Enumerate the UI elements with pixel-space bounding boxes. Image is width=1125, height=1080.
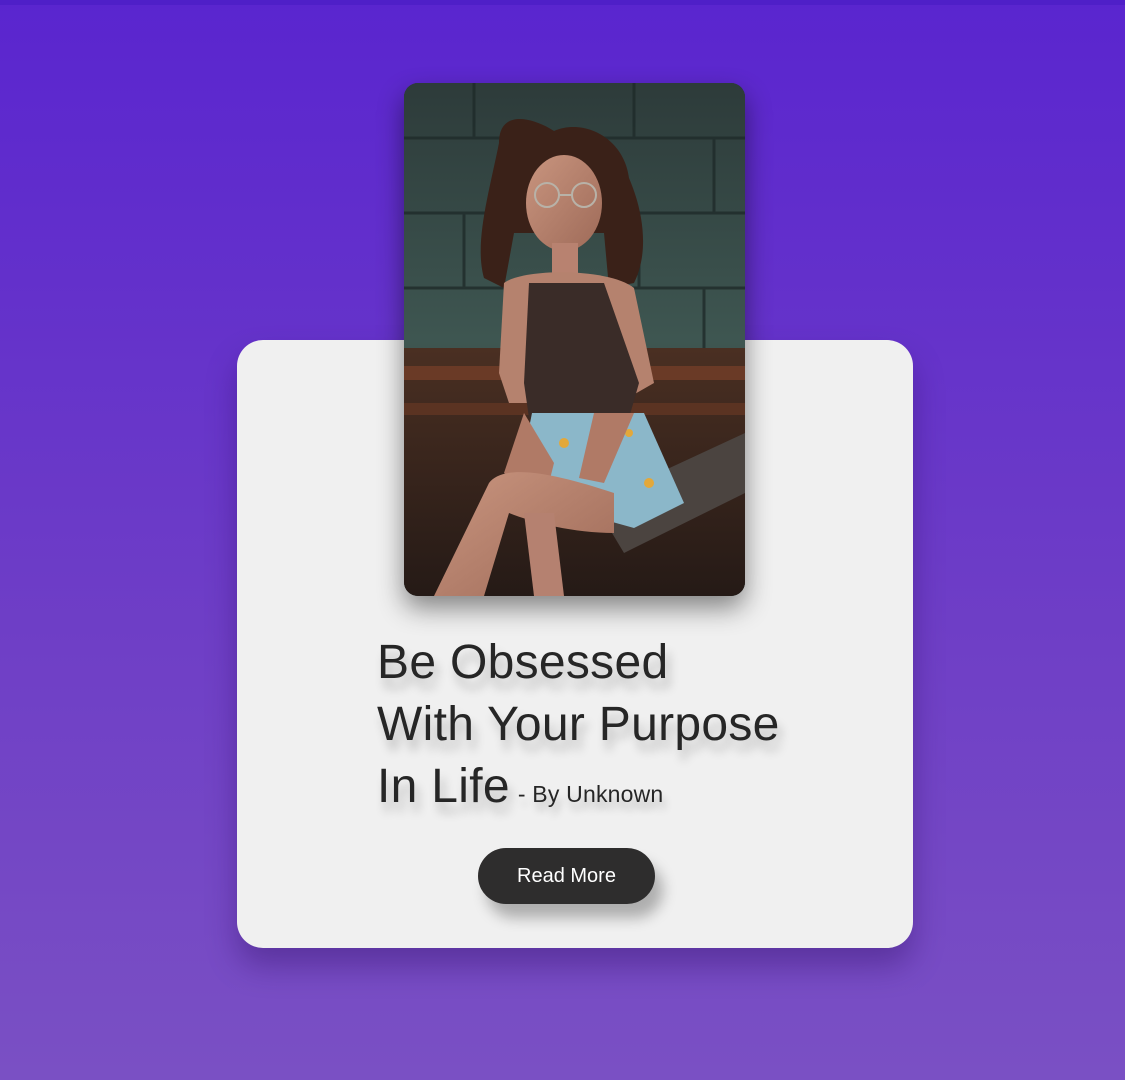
quote-text: Be Obsessed With Your Purpose In Life - B… (377, 632, 837, 825)
quote-line-1: Be Obsessed (377, 636, 669, 689)
quote-line-3: In Life - By Unknown (377, 756, 837, 825)
quote-author: - By Unknown (517, 781, 664, 807)
card-photo (404, 83, 745, 596)
photo-illustration (404, 83, 745, 596)
quote-line-2: With Your Purpose (377, 698, 780, 751)
quote-line-3-text: In Life (377, 760, 510, 813)
read-more-button[interactable]: Read More (478, 848, 655, 904)
top-strip (0, 0, 1125, 5)
